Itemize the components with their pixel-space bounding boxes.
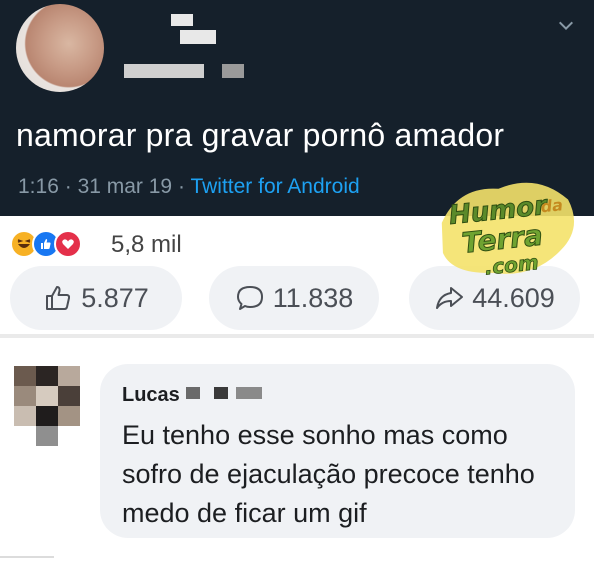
like-button[interactable]: 5.877: [10, 266, 182, 330]
censored-handle-part: [222, 64, 244, 78]
tweet-time[interactable]: 1:16: [18, 175, 59, 198]
footer-divider: [0, 556, 54, 558]
humor-da-terra-logo: Humor da Terra .com: [433, 176, 583, 286]
comment-bubble-icon: [236, 286, 263, 310]
share-arrow-icon: [436, 287, 464, 309]
love-icon: [54, 230, 82, 258]
thumbs-up-icon: [46, 286, 71, 310]
comment-author[interactable]: Lucas: [122, 384, 180, 407]
comment-bubble: Lucas Eu tenho esse sonho mas como sofro…: [100, 364, 575, 538]
commenter-avatar[interactable]: [14, 366, 80, 446]
like-count: 5.877: [81, 282, 149, 313]
share-count: 44.609: [472, 282, 555, 313]
logo-line-2: da: [540, 195, 564, 216]
comment-button[interactable]: 11.838: [209, 266, 379, 330]
censored-surname-part: [214, 387, 228, 399]
censored-display-name-part: [180, 30, 216, 44]
tweet-source-link[interactable]: Twitter for Android: [190, 175, 359, 198]
reaction-count[interactable]: 5,8 mil: [111, 231, 182, 259]
tweet-date[interactable]: 31 mar 19: [78, 175, 173, 198]
comment-count: 11.838: [272, 282, 354, 313]
censored-surname: [186, 387, 200, 399]
comment-text: Eu tenho esse sonho mas como sofro de ej…: [122, 420, 535, 528]
avatar[interactable]: [16, 4, 104, 92]
meta-separator: ·: [64, 175, 72, 198]
logo-line-4: .com: [483, 250, 539, 280]
censored-handle: [124, 64, 204, 78]
censored-surname-part: [236, 387, 262, 399]
censored-display-name: [171, 14, 193, 26]
chevron-down-icon[interactable]: [556, 16, 576, 36]
meta-separator: ·: [177, 175, 185, 198]
section-divider: [0, 334, 594, 338]
tweet-meta: 1:16 · 31 mar 19 · Twitter for Android: [18, 175, 360, 199]
tweet-text: namorar pra gravar pornô amador: [16, 117, 505, 153]
